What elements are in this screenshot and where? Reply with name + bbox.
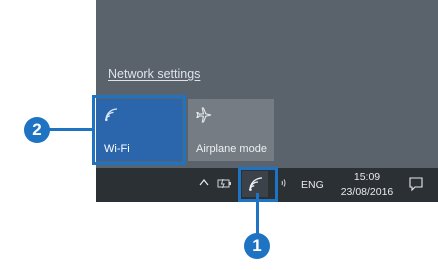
callout-2-line xyxy=(47,128,95,131)
clock-time[interactable]: 15:09 xyxy=(337,171,397,183)
taskbar: ENG 15:09 23/08/2016 xyxy=(96,168,438,202)
callout-2-badge: 2 xyxy=(24,117,50,143)
volume-icon[interactable] xyxy=(280,177,290,192)
callout-1-line xyxy=(256,193,259,235)
input-language-indicator[interactable]: ENG xyxy=(301,179,324,191)
airplane-icon xyxy=(196,107,212,128)
wifi-quick-action-tile[interactable]: Wi-Fi xyxy=(96,99,182,161)
airplane-mode-tile[interactable]: Airplane mode xyxy=(188,99,274,161)
airplane-mode-tile-label: Airplane mode xyxy=(196,143,267,155)
notification-icon[interactable] xyxy=(408,176,424,197)
battery-icon[interactable] xyxy=(217,177,233,192)
wifi-tile-label: Wi-Fi xyxy=(104,143,130,155)
clock-date[interactable]: 23/08/2016 xyxy=(331,186,403,198)
callout-1-badge: 1 xyxy=(244,233,270,259)
taskbar-wifi-button[interactable] xyxy=(242,171,268,197)
wifi-icon xyxy=(104,107,118,126)
chevron-up-icon[interactable] xyxy=(199,177,209,189)
network-settings-link[interactable]: Network settings xyxy=(108,67,200,81)
